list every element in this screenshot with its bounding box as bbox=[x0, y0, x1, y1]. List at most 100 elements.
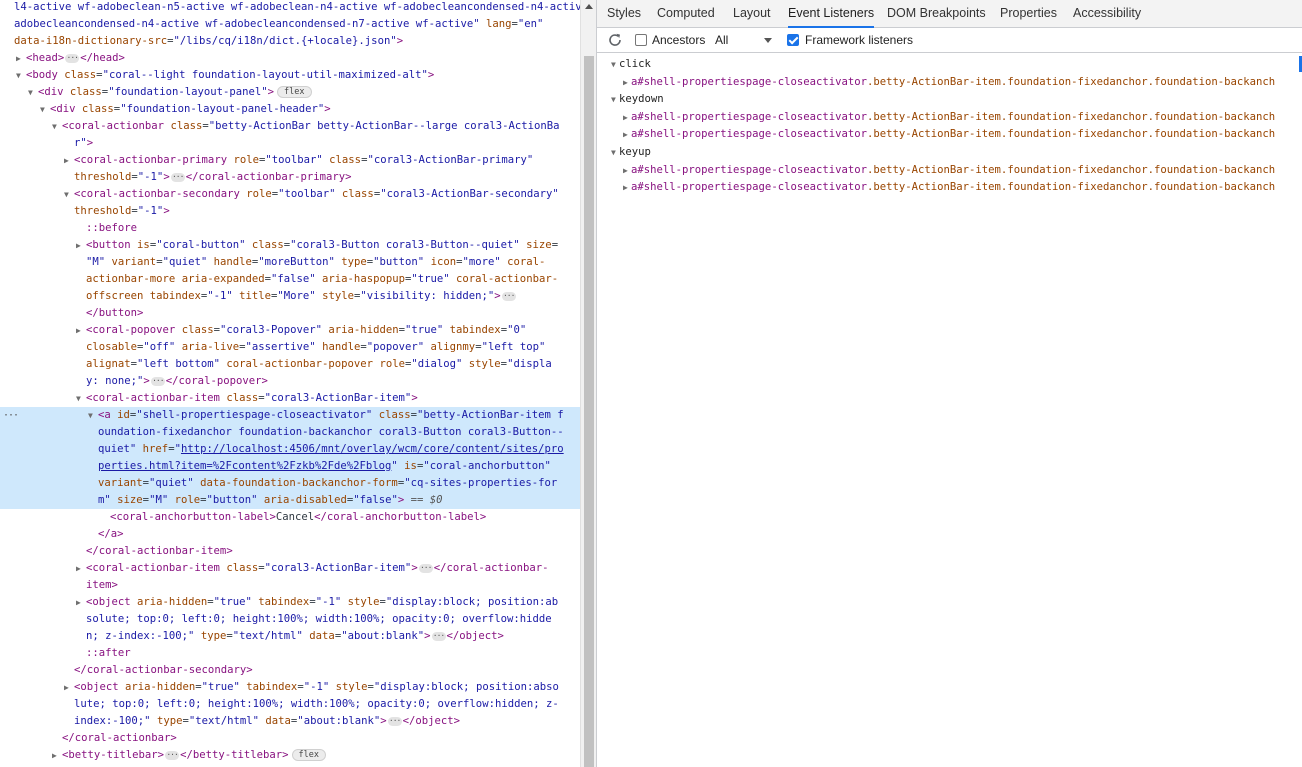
dom-node-row[interactable]: ▼ <coral-actionbar-secondary role="toolba… bbox=[0, 186, 580, 203]
triangle-right-icon[interactable]: ▶ bbox=[623, 126, 628, 143]
expand-children-ellipsis-icon[interactable]: ··· bbox=[418, 563, 433, 573]
event-type-keyup[interactable]: ▼ keyup bbox=[597, 144, 1302, 161]
triangle-right-icon[interactable]: ▶ bbox=[64, 152, 72, 169]
dom-node-row[interactable]: </a> bbox=[0, 526, 580, 543]
triangle-right-icon[interactable]: ▶ bbox=[623, 74, 628, 91]
dom-node-row[interactable]: ▼ <coral-actionbar class="betty-ActionBar… bbox=[0, 118, 580, 135]
triangle-right-icon[interactable]: ▶ bbox=[76, 560, 84, 577]
expand-children-ellipsis-icon[interactable]: ··· bbox=[170, 172, 185, 182]
dom-node-row[interactable]: ::before bbox=[0, 220, 580, 237]
triangle-right-icon[interactable]: ▶ bbox=[623, 179, 628, 196]
triangle-down-icon[interactable]: ▼ bbox=[16, 67, 24, 84]
dom-node-row[interactable]: actionbar-more aria-expanded="false" ari… bbox=[0, 271, 580, 288]
triangle-down-icon[interactable]: ▼ bbox=[52, 118, 60, 135]
dom-node-row[interactable]: ▼ <body class="coral--light foundation-la… bbox=[0, 67, 580, 84]
expand-children-ellipsis-icon[interactable]: ··· bbox=[501, 291, 516, 301]
dom-node-row[interactable]: ▶ <button is="coral-button" class="coral3… bbox=[0, 237, 580, 254]
dom-node-row[interactable]: lute; top:0; left:0; height:100%; width:… bbox=[0, 696, 580, 713]
triangle-right-icon[interactable]: ▶ bbox=[52, 747, 60, 764]
framework-listeners-checkbox[interactable] bbox=[787, 34, 799, 46]
chevron-down-icon[interactable] bbox=[764, 38, 772, 43]
event-type-click[interactable]: ▼ click bbox=[597, 56, 1302, 73]
listener-filter-select[interactable]: All bbox=[715, 33, 728, 47]
event-listener-entry[interactable]: ▶ a#shell-propertiespage-closeactivator.b… bbox=[597, 179, 1302, 196]
triangle-down-icon[interactable]: ▼ bbox=[88, 407, 96, 424]
dom-node-row[interactable]: ▼ <div class="foundation-layout-panel"> fl… bbox=[0, 84, 580, 101]
tab-layout[interactable]: Layout bbox=[733, 0, 771, 28]
scroll-up-arrow-icon[interactable] bbox=[585, 4, 593, 9]
expand-children-ellipsis-icon[interactable]: ··· bbox=[431, 631, 446, 641]
triangle-down-icon[interactable]: ▼ bbox=[611, 144, 616, 161]
dom-node-row[interactable]: offscreen tabindex="-1" title="More" sty… bbox=[0, 288, 580, 305]
triangle-right-icon[interactable]: ▶ bbox=[623, 162, 628, 179]
tab-accessibility[interactable]: Accessibility bbox=[1073, 0, 1141, 28]
dom-node-row[interactable]: ▶ <head> ··· </head> bbox=[0, 50, 580, 67]
dom-node-row[interactable]: closable="off" aria-live="assertive" han… bbox=[0, 339, 580, 356]
flex-badge[interactable]: flex bbox=[291, 749, 326, 761]
dom-node-row[interactable]: y: none;"> ··· </coral-popover> bbox=[0, 373, 580, 390]
dom-node-row[interactable]: </coral-actionbar-secondary> bbox=[0, 662, 580, 679]
triangle-down-icon[interactable]: ▼ bbox=[28, 84, 36, 101]
triangle-down-icon[interactable]: ▼ bbox=[611, 91, 616, 108]
dom-node-row[interactable]: </coral-actionbar> bbox=[0, 730, 580, 747]
dom-node-row[interactable]: ▶ <coral-popover class="coral3-Popover" a… bbox=[0, 322, 580, 339]
tab-dom-breakpoints[interactable]: DOM Breakpoints bbox=[887, 0, 986, 28]
event-listener-entry[interactable]: ▶ a#shell-propertiespage-closeactivator.b… bbox=[597, 109, 1302, 126]
triangle-right-icon[interactable]: ▶ bbox=[16, 50, 24, 67]
dom-node-row[interactable]: adobecleancondensed-n4-active wf-adobecl… bbox=[0, 16, 580, 33]
triangle-right-icon[interactable]: ▶ bbox=[623, 109, 628, 126]
event-type-keydown[interactable]: ▼ keydown bbox=[597, 91, 1302, 108]
dom-node-row[interactable]: solute; top:0; left:0; height:100%; widt… bbox=[0, 611, 580, 628]
dom-node-row[interactable]: </button> bbox=[0, 305, 580, 322]
tab-properties[interactable]: Properties bbox=[1000, 0, 1057, 28]
dom-node-row[interactable]: index:-100;" type="text/html" data="abou… bbox=[0, 713, 580, 730]
dom-node-row[interactable]: ▶ <object aria-hidden="true" tabindex="-1… bbox=[0, 594, 580, 611]
dom-node-row[interactable]: "M" variant="quiet" handle="moreButton" … bbox=[0, 254, 580, 271]
dom-node-row[interactable]: ▶ <coral-actionbar-primary role="toolbar"… bbox=[0, 152, 580, 169]
dom-node-row[interactable]: threshold="-1"> ··· </coral-actionbar-prim… bbox=[0, 169, 580, 186]
event-listener-entry[interactable]: ▶ a#shell-propertiespage-closeactivator.b… bbox=[597, 126, 1302, 143]
dom-node-row[interactable]: ▶ <object aria-hidden="true" tabindex="-1… bbox=[0, 679, 580, 696]
dom-node-row-selected[interactable]: quiet" href="http://localhost:4506/mnt/o… bbox=[0, 441, 580, 458]
dom-node-row[interactable]: item> bbox=[0, 577, 580, 594]
node-actions-ellipsis-icon[interactable]: ··· bbox=[3, 407, 19, 424]
triangle-right-icon[interactable]: ▶ bbox=[76, 237, 84, 254]
elements-dom-tree[interactable]: l4-active wf-adobeclean-n5-active wf-ado… bbox=[0, 0, 580, 767]
dom-node-row[interactable]: threshold="-1"> bbox=[0, 203, 580, 220]
expand-children-ellipsis-icon[interactable]: ··· bbox=[165, 750, 180, 760]
dom-node-row-selected[interactable]: ··· ▼ <a id="shell-propertiespage-closeact… bbox=[0, 407, 580, 424]
dom-node-row[interactable]: ▶ <betty-titlebar> ··· </betty-titlebar> fle… bbox=[0, 747, 580, 764]
triangle-right-icon[interactable]: ▶ bbox=[76, 322, 84, 339]
tab-event-listeners[interactable]: Event Listeners bbox=[788, 0, 875, 28]
expand-children-ellipsis-icon[interactable]: ··· bbox=[387, 716, 402, 726]
triangle-right-icon[interactable]: ▶ bbox=[64, 679, 72, 696]
dom-node-row[interactable]: n; z-index:-100;" type="text/html" data=… bbox=[0, 628, 580, 645]
dom-node-row[interactable]: alignat="left bottom" coral-actionbar-po… bbox=[0, 356, 580, 373]
dom-node-row[interactable]: </coral-actionbar-item> bbox=[0, 543, 580, 560]
triangle-right-icon[interactable]: ▶ bbox=[76, 594, 84, 611]
triangle-down-icon[interactable]: ▼ bbox=[76, 390, 84, 407]
dom-node-row[interactable]: ::after bbox=[0, 645, 580, 662]
dom-node-row-selected[interactable]: variant="quiet" data-foundation-backanch… bbox=[0, 475, 580, 492]
dom-node-row[interactable]: ▼ <div class="foundation-layout-panel-hea… bbox=[0, 101, 580, 118]
dom-node-row-selected[interactable]: perties.html?item=%2Fcontent%2Fzkb%2Fde%… bbox=[0, 458, 580, 475]
expand-children-ellipsis-icon[interactable]: ··· bbox=[150, 376, 165, 386]
dom-node-row-selected[interactable]: m" size="M" role="button" aria-disabled=… bbox=[0, 492, 580, 509]
expand-children-ellipsis-icon[interactable]: ··· bbox=[65, 53, 80, 63]
triangle-down-icon[interactable]: ▼ bbox=[40, 101, 48, 118]
dom-node-row[interactable]: l4-active wf-adobeclean-n5-active wf-ado… bbox=[0, 0, 580, 16]
scroll-thumb[interactable] bbox=[584, 56, 594, 767]
event-listener-entry[interactable]: ▶ a#shell-propertiespage-closeactivator.b… bbox=[597, 74, 1302, 91]
ancestors-checkbox[interactable] bbox=[635, 34, 647, 46]
dom-node-row[interactable]: data-i18n-dictionary-src="/libs/cq/i18n/… bbox=[0, 33, 580, 50]
dom-node-row[interactable]: ▼ <coral-actionbar-item class="coral3-Act… bbox=[0, 390, 580, 407]
tab-styles[interactable]: Styles bbox=[607, 0, 641, 28]
flex-badge[interactable]: flex bbox=[277, 86, 312, 98]
refresh-icon[interactable] bbox=[607, 32, 623, 48]
dom-node-row[interactable]: r"> bbox=[0, 135, 580, 152]
dom-node-row[interactable]: <coral-anchorbutton-label>Cancel</coral-… bbox=[0, 509, 580, 526]
dom-node-row[interactable]: ▶ <coral-actionbar-item class="coral3-Act… bbox=[0, 560, 580, 577]
triangle-down-icon[interactable]: ▼ bbox=[611, 56, 616, 73]
elements-scrollbar[interactable] bbox=[580, 0, 596, 767]
tab-computed[interactable]: Computed bbox=[657, 0, 715, 28]
